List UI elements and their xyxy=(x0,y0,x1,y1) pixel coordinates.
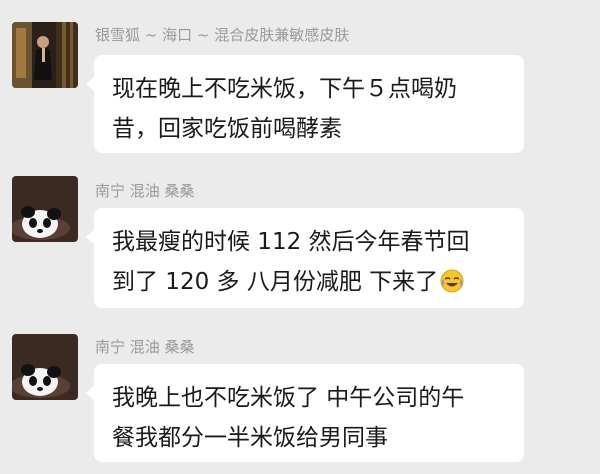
message-bubble[interactable]: 我最瘦的时候 112 然后今年春节回 到了 120 多 八月份减肥 下来了 xyxy=(86,208,524,308)
message-line: 昔，回家吃饭前喝酵素 xyxy=(112,116,342,142)
sender-name: 南宁 混油 桑桑 xyxy=(95,182,195,200)
panda-avatar-icon xyxy=(12,334,78,400)
avatar[interactable] xyxy=(12,22,78,88)
avatar[interactable] xyxy=(12,334,78,400)
panda-avatar-icon xyxy=(12,176,78,242)
sender-name: 南宁 混油 桑桑 xyxy=(95,338,195,356)
chat-screen: 银雪狐 ~ 海口 ~ 混合皮肤兼敏感皮肤 现在晚上不吃米饭，下午５点喝奶 昔，回… xyxy=(0,0,600,474)
crying-laughing-emoji-icon xyxy=(440,269,464,293)
message-line: 我最瘦的时候 112 然后今年春节回 xyxy=(112,229,470,255)
message-line: 现在晚上不吃米饭，下午５点喝奶 xyxy=(112,76,457,102)
message-line: 到了 120 多 八月份减肥 下来了 xyxy=(112,262,506,302)
message-line: 我晚上也不吃米饭了 中午公司的午 xyxy=(112,385,465,411)
message-line: 餐我都分一半米饭给男同事 xyxy=(112,425,388,451)
chat-message: 南宁 混油 桑桑 我晚上也不吃米饭了 中午公司的午 餐我都分一半米饭给男同事 xyxy=(0,320,600,474)
message-bubble[interactable]: 我晚上也不吃米饭了 中午公司的午 餐我都分一半米饭给男同事 xyxy=(86,364,524,462)
chat-message: 银雪狐 ~ 海口 ~ 混合皮肤兼敏感皮肤 现在晚上不吃米饭，下午５点喝奶 昔，回… xyxy=(0,0,600,160)
person-photo-avatar-icon xyxy=(12,22,78,88)
message-bubble[interactable]: 现在晚上不吃米饭，下午５点喝奶 昔，回家吃饭前喝酵素 xyxy=(86,55,524,153)
chat-message: 南宁 混油 桑桑 我最瘦的时候 112 然后今年春节回 到了 120 多 八月份… xyxy=(0,160,600,320)
sender-name: 银雪狐 ~ 海口 ~ 混合皮肤兼敏感皮肤 xyxy=(95,26,350,44)
avatar[interactable] xyxy=(12,176,78,242)
message-line-text: 到了 120 多 八月份减肥 下来了 xyxy=(112,269,439,295)
